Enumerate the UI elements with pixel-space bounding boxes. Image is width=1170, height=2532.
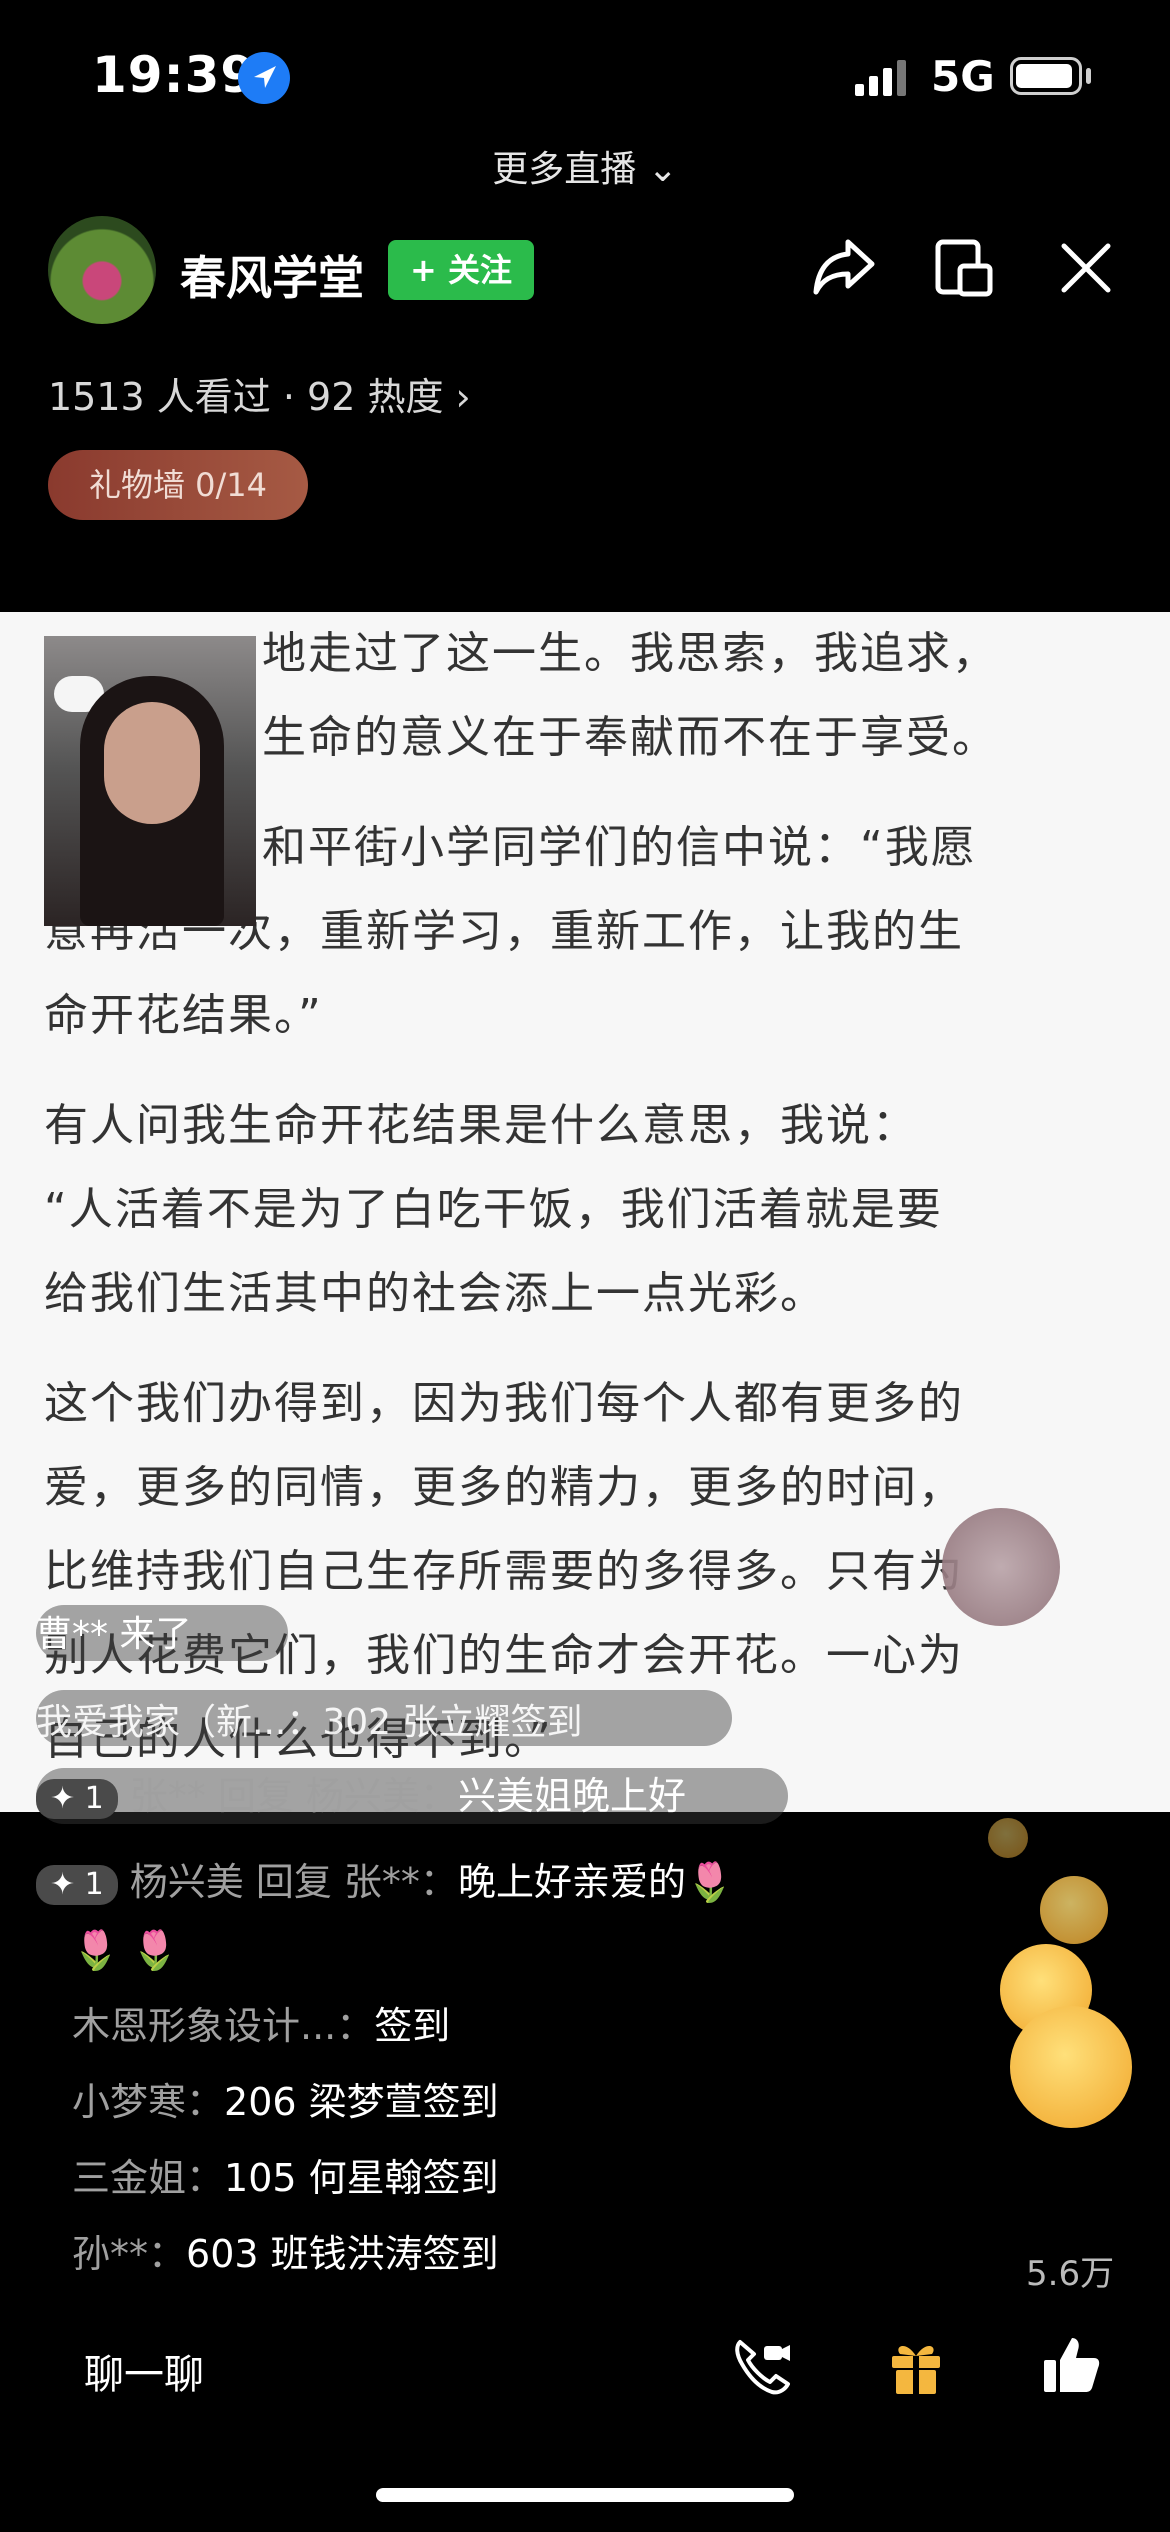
chat-nick: 三金姐： — [72, 2156, 225, 2200]
floating-avatar-bubble — [942, 1508, 1060, 1626]
video-text-line: 生命的意义在于奉献而不在于享受。 — [262, 712, 998, 763]
chat-text: 🌷 🌷 — [72, 1928, 179, 1972]
video-text-line: 和平街小学同学们的信中说：“我愿 — [262, 822, 977, 873]
floating-emoji-icon — [1010, 2006, 1132, 2128]
fan-badge: ✦ 1 — [36, 1778, 118, 1819]
chat-message[interactable]: 三金姐：105 何星翰签到 — [72, 2150, 499, 2206]
chat-message-continued: 🌷 🌷 — [72, 1922, 179, 1978]
like-icon[interactable] — [1040, 2334, 1102, 2396]
chat-message[interactable]: 小梦寒：206 梁梦萱签到 — [72, 2074, 499, 2130]
video-text-line: 这个我们办得到，因为我们每个人都有更多的 — [44, 1378, 964, 1429]
chat-nick: 木恩形象设计...： — [72, 2004, 375, 2048]
chat-text: 兴美姐晚上好 — [457, 1774, 686, 1818]
close-icon[interactable] — [1060, 242, 1112, 294]
chat-nick: 小梦寒： — [72, 2080, 225, 2124]
chat-nick: 孙**： — [72, 2232, 187, 2276]
home-indicator[interactable] — [376, 2488, 794, 2502]
chat-text: 签到 — [374, 2004, 451, 2048]
like-count: 5.6万 — [1026, 2254, 1115, 2294]
follow-button[interactable]: + 关注 — [388, 240, 534, 300]
chat-text: 603 班钱洪涛签到 — [186, 2232, 499, 2276]
battery-cap — [1086, 68, 1091, 84]
presenter-face — [104, 702, 200, 824]
gift-icon[interactable] — [886, 2336, 946, 2396]
chat-message[interactable]: ✦ 1 张** 回复 杨兴美：兴美姐晚上好 — [36, 1768, 686, 1824]
join-notice: 曹** 来了 — [36, 1614, 192, 1655]
video-text-line: 地走过了这一生。我思索，我追求， — [262, 628, 998, 679]
more-live-dropdown[interactable]: 更多直播 ⌄ — [0, 140, 1170, 192]
chat-input[interactable]: 聊一聊 — [84, 2342, 204, 2400]
signal-icon — [855, 60, 906, 96]
chat-nick: 杨兴美 回复 张**： — [129, 1860, 458, 1904]
chat-text: 晚上好亲爱的🌷 — [457, 1860, 734, 1904]
viewer-stats[interactable]: 1513 人看过 · 92 热度 › — [48, 366, 471, 421]
status-time: 19:39 — [92, 46, 257, 104]
chat-message[interactable]: 孙**：603 班钱洪涛签到 — [72, 2226, 499, 2282]
fan-badge: ✦ 1 — [36, 1864, 118, 1905]
channel-avatar[interactable] — [48, 216, 156, 324]
video-text-line: 命开花结果。” — [44, 990, 323, 1041]
window-icon[interactable] — [934, 238, 994, 298]
call-icon[interactable] — [732, 2336, 792, 2396]
video-text-line: “人活着不是为了白吃干饭，我们活着就是要 — [44, 1184, 943, 1235]
chat-text: 105 何星翰签到 — [224, 2156, 499, 2200]
chat-nick: 张** 回复 杨兴美： — [129, 1774, 458, 1818]
chat-message[interactable]: 木恩形象设计...：签到 — [72, 1998, 450, 2054]
video-text-line: 有人问我生命开花结果是什么意思，我说： — [44, 1100, 918, 1151]
fading-message: 我爱我家（新...：302 张立耀签到 — [36, 1702, 583, 1743]
chat-text: 206 梁梦萱签到 — [224, 2080, 499, 2124]
share-icon[interactable] — [812, 236, 876, 296]
channel-name[interactable]: 春风学堂 — [180, 242, 364, 308]
battery-level — [1016, 64, 1072, 88]
chat-message[interactable]: ✦ 1 杨兴美 回复 张**：晚上好亲爱的🌷 — [36, 1854, 733, 1910]
floating-emoji-icon — [1040, 1876, 1108, 1944]
gift-wall-button[interactable]: 礼物墙 0/14 — [48, 450, 308, 520]
network-type: 5G — [931, 52, 995, 101]
video-text-line: 给我们生活其中的社会添上一点光彩。 — [44, 1268, 826, 1319]
floating-emoji-icon — [988, 1818, 1028, 1858]
location-icon — [238, 52, 290, 104]
